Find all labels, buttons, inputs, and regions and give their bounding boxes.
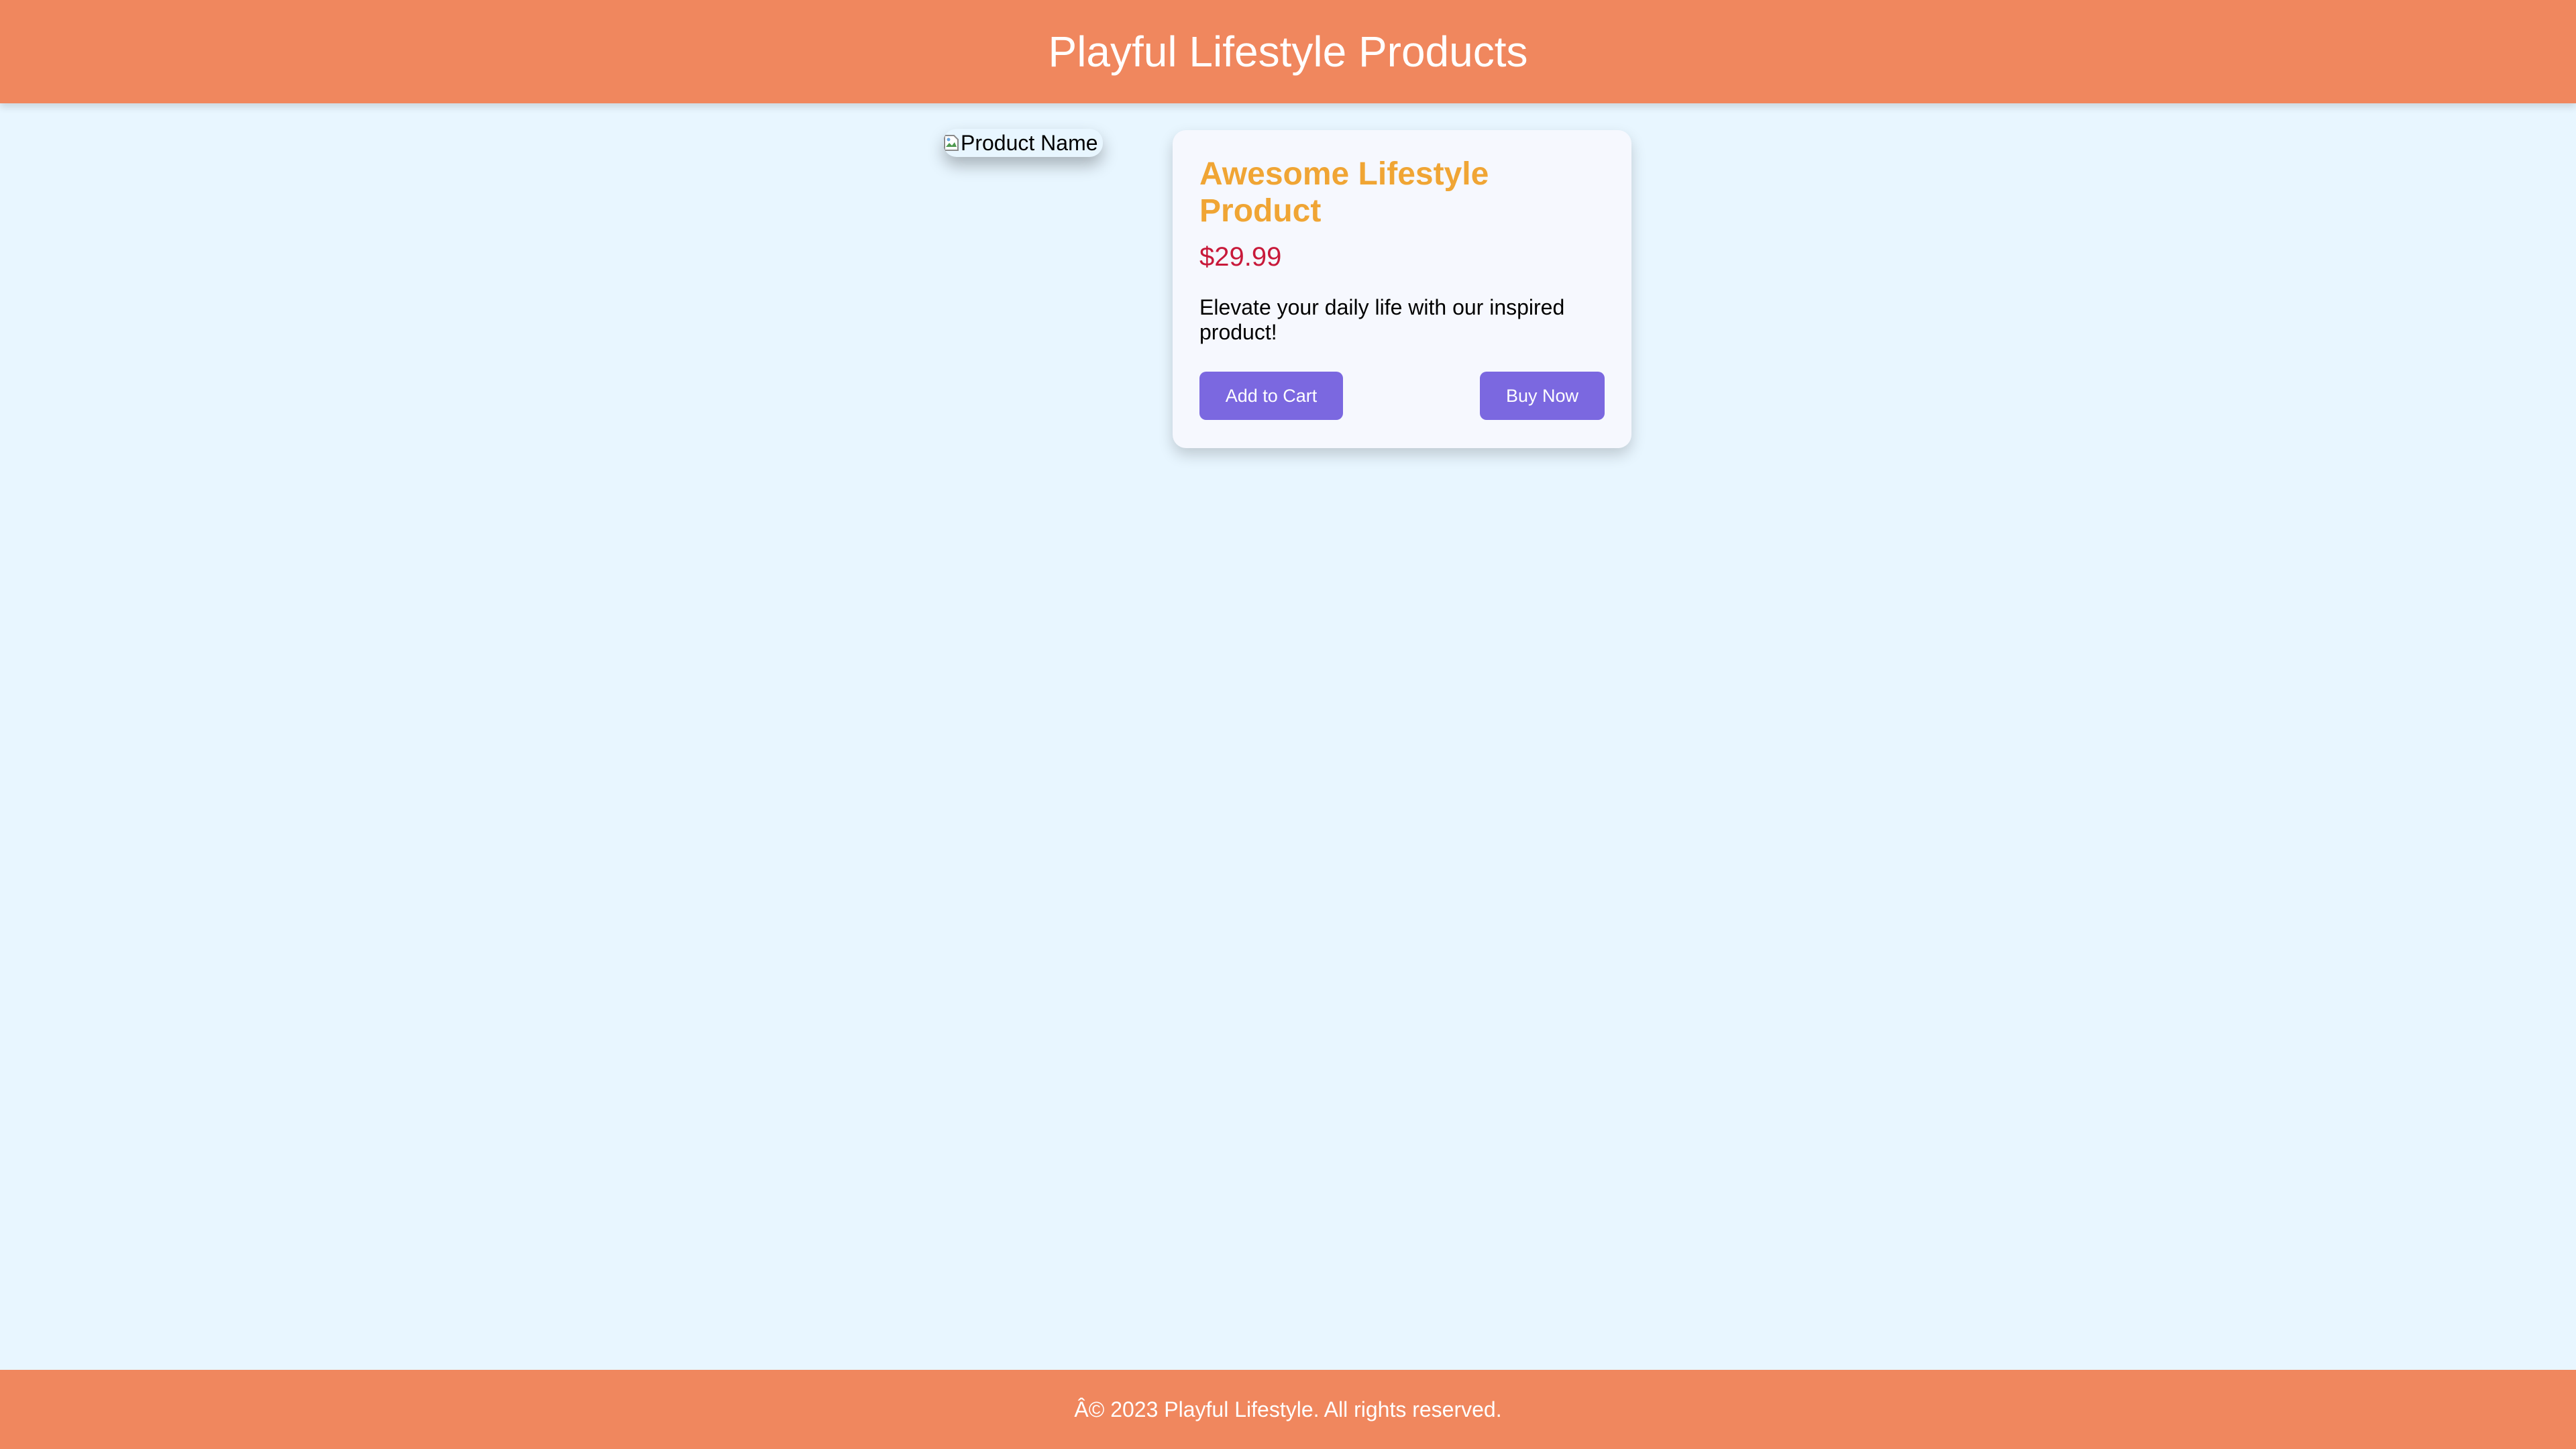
product-price: $29.99 xyxy=(1199,242,1282,272)
product-card: Awesome Lifestyle Product $29.99 Elevate… xyxy=(1173,130,1631,448)
product-name: Awesome Lifestyle Product xyxy=(1199,156,1489,229)
broken-image-icon xyxy=(943,133,961,153)
copyright-text: Â© 2023 Playful Lifestyle. All rights re… xyxy=(1074,1397,1502,1421)
add-to-cart-button[interactable]: Add to Cart xyxy=(1199,372,1343,420)
buy-now-button[interactable]: Buy Now xyxy=(1480,372,1605,420)
site-header: Playful Lifestyle Products xyxy=(0,0,2576,103)
product-image: Product Name xyxy=(943,129,1103,157)
site-footer: Â© 2023 Playful Lifestyle. All rights re… xyxy=(0,1370,2576,1449)
site-title: Playful Lifestyle Products xyxy=(1048,28,1528,76)
product-image-alt-text: Product Name xyxy=(961,131,1098,155)
product-description: Elevate your daily life with our inspire… xyxy=(1199,295,1565,344)
product-actions: Add to Cart Buy Now xyxy=(1199,372,1605,420)
